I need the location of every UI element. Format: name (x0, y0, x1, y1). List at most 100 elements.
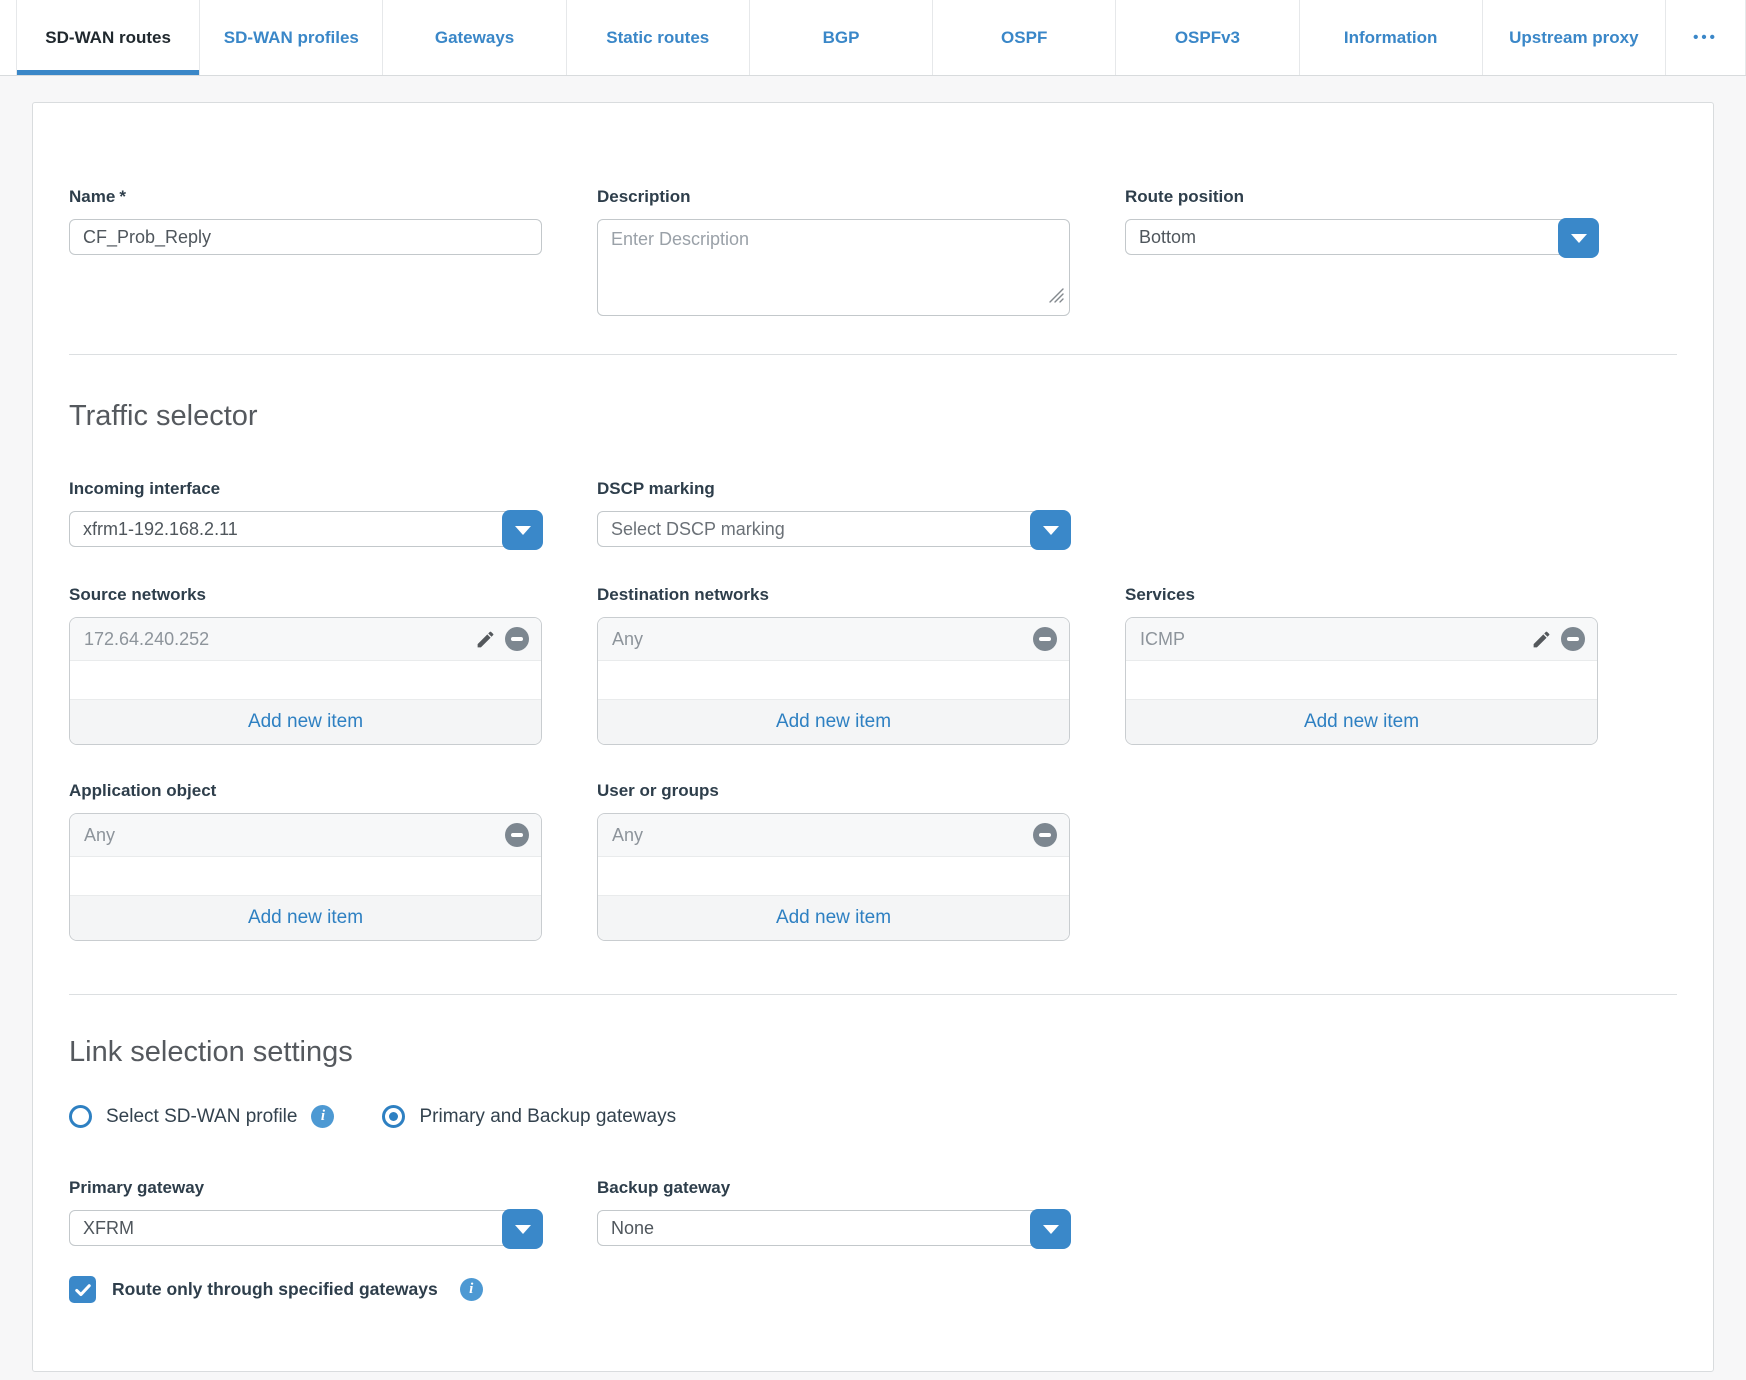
checkmark-icon (74, 1283, 91, 1296)
tab-static-routes[interactable]: Static routes (567, 0, 750, 75)
route-edit-panel: Name* Description (32, 102, 1714, 1372)
listbox-empty-area (1126, 661, 1597, 699)
application-object-group: Application object Any Add new item (69, 781, 542, 941)
destination-networks-listbox: Any Add new item (597, 617, 1070, 745)
info-icon[interactable]: i (311, 1105, 335, 1128)
link-selection-heading: Link selection settings (69, 1036, 353, 1068)
primary-gateway-value: XFRM (83, 1217, 134, 1238)
primary-gateway-field-group: Primary gateway XFRM (69, 1178, 543, 1249)
list-item: ICMP (1126, 618, 1597, 661)
list-item: Any (70, 814, 541, 857)
edit-pencil-icon[interactable] (475, 629, 496, 650)
tab-gateways[interactable]: Gateways (383, 0, 567, 75)
listbox-empty-area (70, 857, 541, 895)
user-or-groups-group: User or groups Any Add new item (597, 781, 1070, 941)
source-networks-listbox: 172.64.240.252 Add new item (69, 617, 542, 745)
chevron-down-icon (1042, 525, 1059, 535)
tab-overflow-ellipsis-icon[interactable]: ••• (1666, 0, 1746, 75)
list-item-text: Any (612, 628, 644, 649)
source-networks-label: Source networks (69, 585, 206, 604)
backup-gateway-field-group: Backup gateway None (597, 1178, 1071, 1249)
chevron-down-icon (514, 525, 531, 535)
section-divider (69, 994, 1677, 995)
incoming-interface-value: xfrm1-192.168.2.11 (83, 518, 238, 539)
description-label: Description (597, 187, 691, 206)
listbox-footer: Add new item (70, 895, 541, 940)
remove-minus-icon[interactable] (1033, 823, 1057, 847)
listbox-empty-area (598, 857, 1069, 895)
list-item: 172.64.240.252 (70, 618, 541, 661)
radio-select-sdwan-profile[interactable] (69, 1105, 92, 1128)
tab-ospf[interactable]: OSPF (933, 0, 1117, 75)
dscp-marking-label: DSCP marking (597, 479, 715, 498)
application-object-listbox: Any Add new item (69, 813, 542, 941)
name-field-group: Name * (69, 187, 542, 255)
add-new-item-link[interactable]: Add new item (1304, 711, 1419, 733)
list-item-text: ICMP (1140, 628, 1185, 649)
remove-minus-icon[interactable] (1033, 627, 1057, 651)
radio-label: Select SD-WAN profile (106, 1105, 298, 1127)
primary-gateway-dropdown-button[interactable] (502, 1209, 543, 1249)
route-position-dropdown-button[interactable] (1558, 218, 1599, 258)
add-new-item-link[interactable]: Add new item (248, 711, 363, 733)
chevron-down-icon (1042, 1224, 1059, 1234)
add-new-item-link[interactable]: Add new item (776, 907, 891, 929)
listbox-empty-area (598, 661, 1069, 699)
incoming-interface-field-group: Incoming interface xfrm1-192.168.2.11 (69, 479, 543, 550)
info-icon[interactable]: i (459, 1278, 483, 1301)
services-group: Services ICMP Add new item (1125, 585, 1598, 745)
dscp-marking-select[interactable]: Select DSCP marking (597, 510, 1071, 550)
remove-minus-icon[interactable] (505, 627, 529, 651)
listbox-footer: Add new item (1126, 699, 1597, 744)
incoming-interface-label: Incoming interface (69, 479, 221, 498)
tab-sdwan-profiles[interactable]: SD-WAN profiles (200, 0, 384, 75)
dscp-marking-dropdown-button[interactable] (1030, 510, 1071, 550)
description-field-group: Description (597, 187, 1070, 316)
user-or-groups-listbox: Any Add new item (597, 813, 1070, 941)
section-divider (69, 354, 1677, 355)
services-listbox: ICMP Add new item (1125, 617, 1598, 745)
destination-networks-group: Destination networks Any Add new item (597, 585, 1070, 745)
dscp-marking-value: Select DSCP marking (611, 518, 785, 539)
listbox-empty-area (70, 661, 541, 699)
incoming-interface-select[interactable]: xfrm1-192.168.2.11 (69, 510, 543, 550)
tab-bgp[interactable]: BGP (750, 0, 934, 75)
route-position-value: Bottom (1139, 226, 1197, 247)
tab-sdwan-routes[interactable]: SD-WAN routes (16, 0, 201, 75)
radio-primary-backup-gateways[interactable] (382, 1105, 406, 1128)
list-item: Any (598, 618, 1069, 661)
remove-minus-icon[interactable] (1561, 627, 1585, 651)
radio-group-sdwan-profile: Select SD-WAN profile i (69, 1105, 335, 1128)
edit-pencil-icon[interactable] (1531, 629, 1552, 650)
route-position-select[interactable]: Bottom (1125, 218, 1599, 258)
description-textarea[interactable] (597, 219, 1070, 316)
tab-information[interactable]: Information (1300, 0, 1483, 75)
chevron-down-icon (514, 1224, 531, 1234)
backup-gateway-value: None (611, 1217, 655, 1238)
primary-gateway-select[interactable]: XFRM (69, 1209, 543, 1249)
incoming-interface-dropdown-button[interactable] (502, 510, 543, 550)
radio-group-primary-backup: Primary and Backup gateways (382, 1105, 676, 1128)
tab-upstream-proxy[interactable]: Upstream proxy (1483, 0, 1666, 75)
backup-gateway-label: Backup gateway (597, 1178, 731, 1197)
backup-gateway-select[interactable]: None (597, 1209, 1071, 1249)
traffic-selector-heading: Traffic selector (69, 400, 258, 432)
dscp-marking-field-group: DSCP marking Select DSCP marking (597, 479, 1071, 550)
destination-networks-label: Destination networks (597, 585, 769, 604)
listbox-footer: Add new item (598, 699, 1069, 744)
add-new-item-link[interactable]: Add new item (248, 907, 363, 929)
name-input[interactable] (69, 219, 542, 255)
user-or-groups-label: User or groups (597, 781, 719, 800)
required-asterisk: * (119, 187, 126, 206)
route-only-checkbox[interactable] (69, 1276, 96, 1303)
list-item: Any (598, 814, 1069, 857)
remove-minus-icon[interactable] (505, 823, 529, 847)
route-position-field-group: Route position Bottom (1125, 187, 1599, 258)
backup-gateway-dropdown-button[interactable] (1030, 1209, 1071, 1249)
add-new-item-link[interactable]: Add new item (776, 711, 891, 733)
list-item-text: Any (612, 824, 644, 845)
source-networks-group: Source networks 172.64.240.252 Add new i… (69, 585, 542, 745)
primary-gateway-label: Primary gateway (69, 1178, 205, 1197)
chevron-down-icon (1570, 233, 1587, 243)
tab-ospfv3[interactable]: OSPFv3 (1116, 0, 1300, 75)
